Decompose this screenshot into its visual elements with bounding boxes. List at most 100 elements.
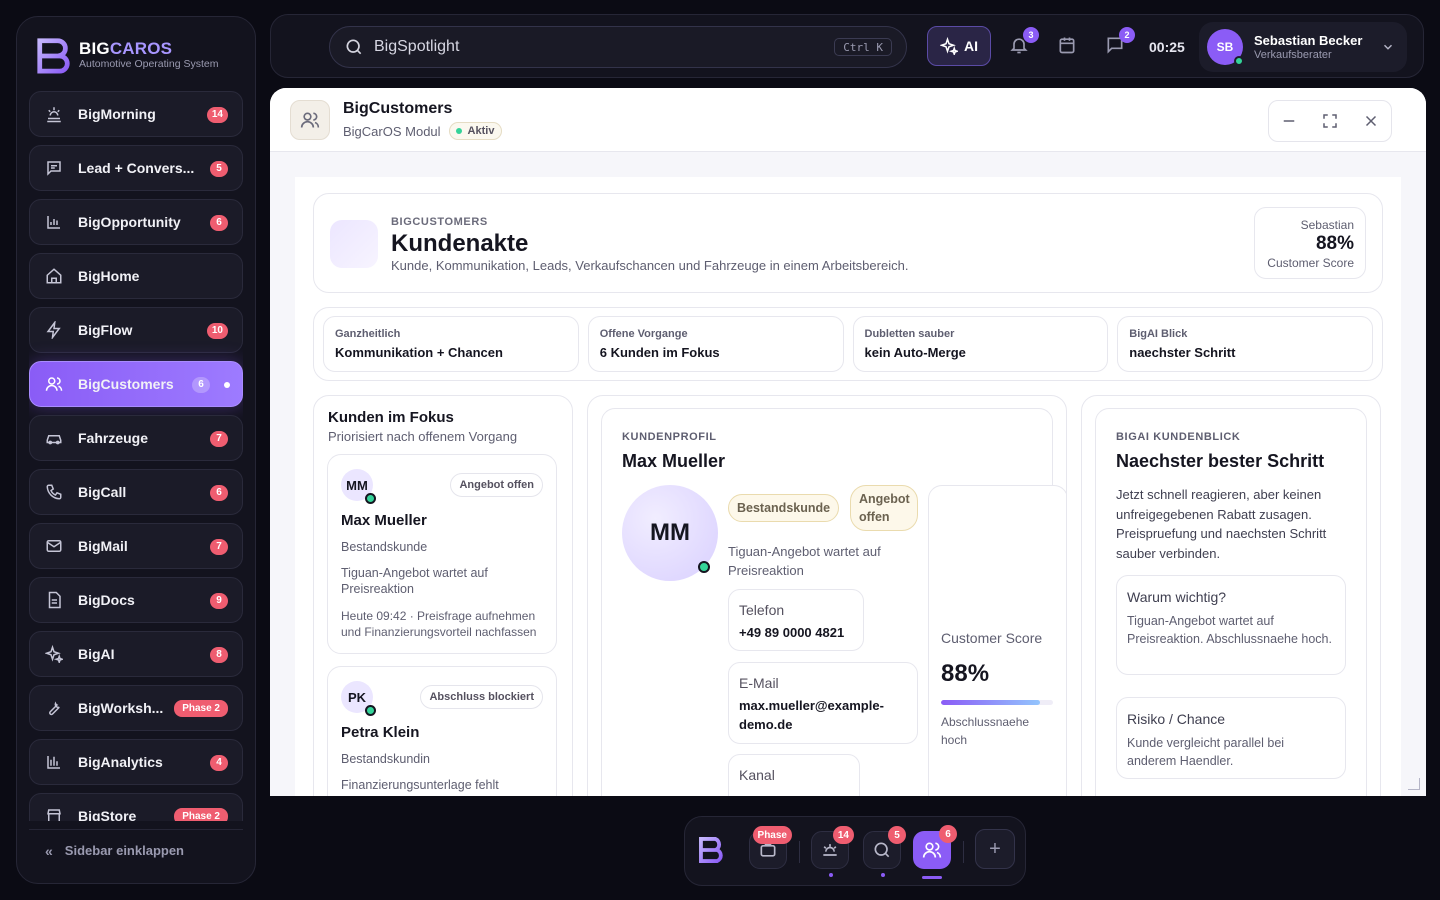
chevrons-left-icon: « <box>45 842 53 859</box>
ai-risk-text: Kunde vergleicht parallel bei anderem Ha… <box>1127 736 1285 768</box>
brand-name-primary: BIG <box>79 39 110 58</box>
window-subtitle: BigCarOS Modul <box>343 123 441 139</box>
dock-active-indicator <box>922 876 942 879</box>
ai-risk-title: Risiko / Chance <box>1127 711 1226 727</box>
dock-badge: 5 <box>888 826 906 844</box>
customer-note: Tiguan-Angebot wartet auf Preisreaktion <box>341 566 488 596</box>
sidebar-item-badge: 6 <box>210 215 228 231</box>
sidebar-item-badge: 6 <box>192 377 210 393</box>
status-label: Aktiv <box>467 125 495 137</box>
sidebar-item-bigopportunity[interactable]: BigOpportunity 6 <box>29 199 243 245</box>
sidebar-item-bigcustomers[interactable]: BigCustomers 6 <box>29 361 243 407</box>
score-label: Customer Score <box>1267 256 1354 270</box>
customer-file-header: BIGCUSTOMERS Kundenakte Kunde, Kommunika… <box>313 193 1383 293</box>
home-icon <box>44 266 64 286</box>
sidebar-item-label: BigMail <box>78 538 128 554</box>
notifications-button[interactable]: 3 <box>1009 27 1039 57</box>
sidebar-item-label: BigStore <box>78 808 137 821</box>
close-icon[interactable] <box>1362 112 1380 130</box>
car-icon <box>44 428 64 448</box>
sidebar-item-bigai[interactable]: BigAI 8 <box>29 631 243 677</box>
sidebar-item-label: BigMorning <box>78 106 156 122</box>
ai-eyebrow: BIGAI KUNDENBLICK <box>1116 431 1241 443</box>
user-menu[interactable]: SB Sebastian Becker Verkaufsberater <box>1199 22 1407 72</box>
window-body: BIGCUSTOMERS Kundenakte Kunde, Kommunika… <box>295 177 1401 796</box>
calendar-button[interactable] <box>1057 35 1079 57</box>
status-badge: Aktiv <box>448 122 503 140</box>
avatar: MM <box>341 469 376 504</box>
sidebar-item-bigcall[interactable]: BigCall 6 <box>29 469 243 515</box>
ai-risk-card: Risiko / Chance Kunde vergleicht paralle… <box>1116 697 1346 779</box>
dock-item-bigworkshop[interactable]: Phase <box>749 826 792 869</box>
online-indicator <box>1234 56 1244 66</box>
sidebar-nav: BigMorning 14 Lead + Convers... 5 BigOpp… <box>29 91 243 821</box>
phone-field[interactable]: Telefon +49 89 0000 4821 <box>728 589 864 651</box>
kpi-value: naechster Schritt <box>1129 345 1236 360</box>
sidebar-item-biganalytics[interactable]: BigAnalytics 4 <box>29 739 243 785</box>
resize-handle[interactable] <box>1408 778 1420 790</box>
sidebar-item-label: BigCall <box>78 484 127 500</box>
sidebar-item-label: BigFlow <box>78 322 133 338</box>
sidebar-item-badge: Phase 2 <box>174 700 228 717</box>
sidebar-item-lead-conversations[interactable]: Lead + Convers... 5 <box>29 145 243 191</box>
search-input[interactable]: BigSpotlight Ctrl K <box>329 26 907 68</box>
dock-badge: 6 <box>939 825 957 843</box>
search-icon <box>346 39 362 55</box>
ai-button[interactable]: AI <box>927 26 991 66</box>
bigcaros-logo-icon <box>37 38 70 74</box>
avatar-initials: PK <box>347 689 367 705</box>
score-caption: Abschlussnaehe hoch <box>941 715 1030 747</box>
kpi-card: BigAI Blick naechster Schritt <box>1117 316 1373 372</box>
maximize-icon[interactable] <box>1321 112 1339 130</box>
ai-why-title: Warum wichtig? <box>1127 589 1227 605</box>
kpi-card: Dubletten sauber kein Auto-Merge <box>852 316 1109 372</box>
channel-field[interactable]: Kanal <box>728 754 860 796</box>
sidebar-item-bigdocs[interactable]: BigDocs 9 <box>29 577 243 623</box>
ai-recommendation: Jetzt schnell reagieren, aber keinen unf… <box>1116 487 1327 561</box>
section-title: Kunden im Fokus <box>328 409 454 426</box>
customer-profile: KUNDENPROFIL Max Mueller MM Bestandskund… <box>601 408 1066 796</box>
sidebar-item-bighome[interactable]: BigHome <box>29 253 243 299</box>
avatar: PK <box>341 681 376 716</box>
sparkles-icon <box>940 37 958 55</box>
dock-badge: 14 <box>832 826 854 844</box>
sunrise-icon <box>44 104 64 124</box>
field-label: Telefon <box>739 602 785 618</box>
sidebar-item-bigmorning[interactable]: BigMorning 14 <box>29 91 243 137</box>
dock-item-bigcustomers[interactable]: 6 <box>913 825 957 879</box>
dock-item-bigmorning[interactable]: 14 <box>811 826 854 877</box>
sidebar-collapse-button[interactable]: « Sidebar einklappen <box>29 829 243 871</box>
brand[interactable]: BIGCAROS Automotive Operating System <box>35 35 218 75</box>
status-badge: Abschluss blockiert <box>420 685 543 709</box>
sidebar-item-label: BigAI <box>78 646 115 662</box>
sidebar-item-badge: 9 <box>210 593 228 609</box>
search-icon <box>874 842 890 858</box>
dock-add-button[interactable]: + <box>975 829 1015 869</box>
profile-note: Tiguan-Angebot wartet auf Preisreaktion <box>728 544 881 578</box>
score-owner: Sebastian <box>1300 218 1354 232</box>
module-tile-icon <box>330 220 378 268</box>
minimize-icon[interactable] <box>1280 112 1298 130</box>
field-label: E-Mail <box>739 675 779 691</box>
plus-icon: + <box>989 837 1001 860</box>
sidebar-item-bigmail[interactable]: BigMail 7 <box>29 523 243 569</box>
sidebar-item-bigstore[interactable]: BigStore Phase 2 <box>29 793 243 821</box>
email-field[interactable]: E-Mail max.mueller@example-demo.de <box>728 662 918 744</box>
dock-item-bigspotlight[interactable]: 5 <box>863 826 906 877</box>
sidebar-item-badge: 14 <box>206 107 228 123</box>
sidebar-item-bigworkshop[interactable]: BigWorksh... Phase 2 <box>29 685 243 731</box>
offer-tag: Angebot offen <box>850 485 918 531</box>
sidebar-item-fahrzeuge[interactable]: Fahrzeuge 7 <box>29 415 243 461</box>
customer-type: Bestandskunde <box>341 540 428 554</box>
score-value: 88% <box>941 660 990 687</box>
messages-badge: 2 <box>1119 27 1135 43</box>
score-value: 88% <box>1315 233 1354 254</box>
customer-card[interactable]: MM Angebot offen Max Mueller Bestandskun… <box>327 454 557 654</box>
customer-card[interactable]: PK Abschluss blockiert Petra Klein Besta… <box>327 666 557 796</box>
messages-button[interactable]: 2 <box>1105 27 1135 57</box>
customer-activity: Heute 09:42 · Preisfrage aufnehmen und F… <box>341 609 537 639</box>
sidebar-item-bigflow[interactable]: BigFlow 10 <box>29 307 243 353</box>
dock-home-logo[interactable] <box>693 831 731 869</box>
kpi-value: Kommunikation + Chancen <box>335 345 503 360</box>
online-indicator <box>698 561 710 573</box>
